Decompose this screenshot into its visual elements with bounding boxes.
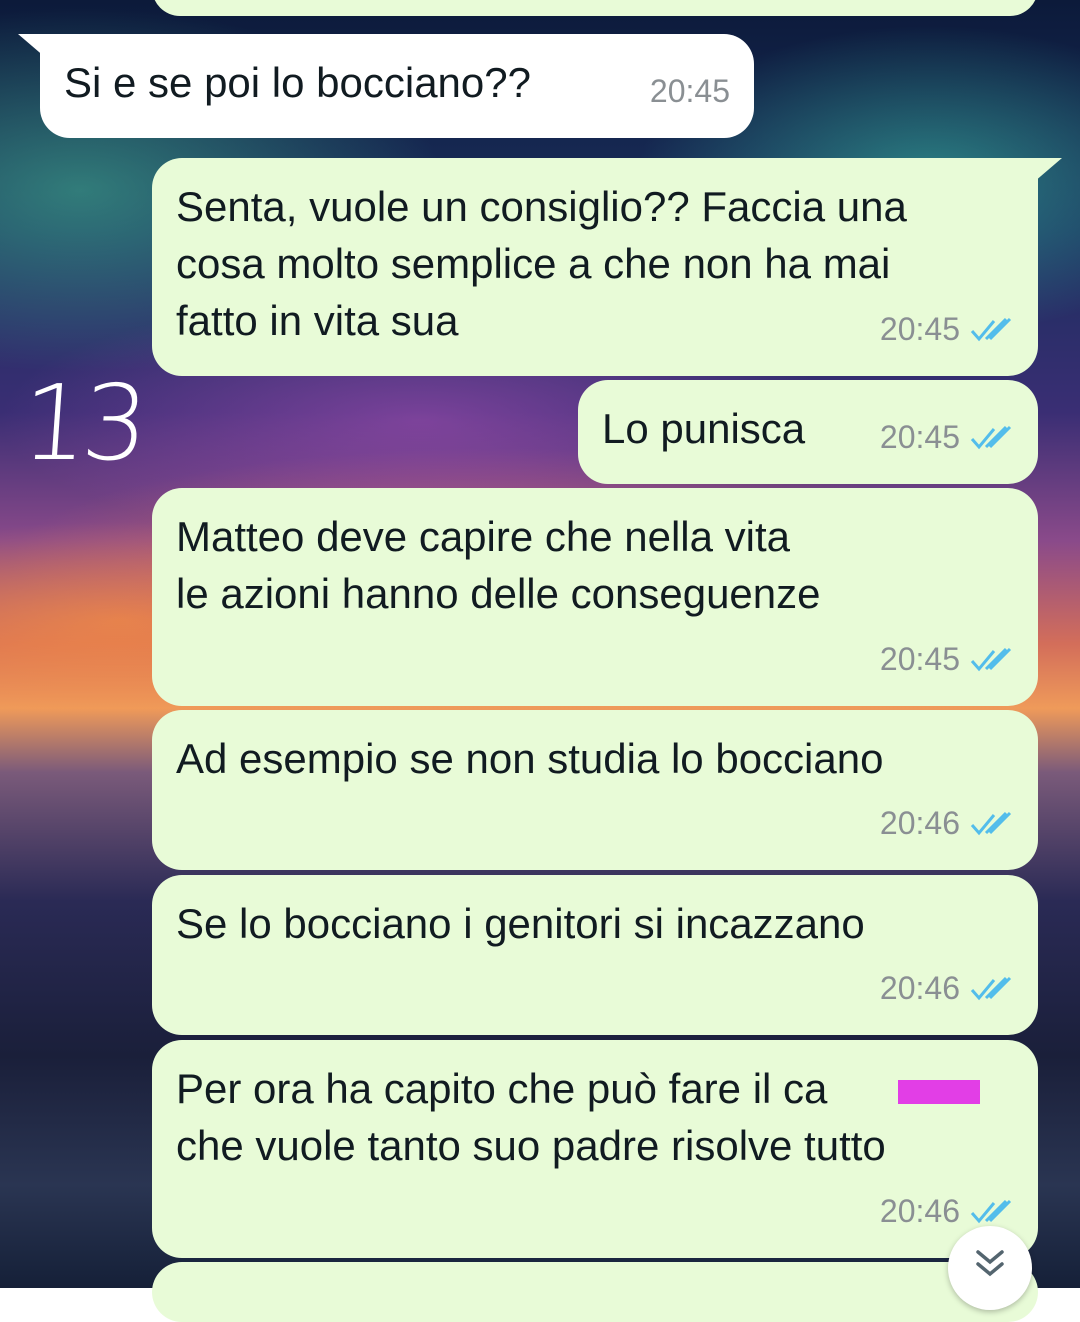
message-time: 20:45 [879,311,960,347]
message-time: 20:45 [879,641,960,677]
message-bubble-outgoing[interactable]: Matteo deve capire che nella vita le azi… [152,488,1038,706]
message-bubble-partial-top[interactable] [152,0,1038,16]
double-check-icon [970,811,1012,835]
bubble-tail [1034,158,1062,182]
message-text: Ad esempio se non studia lo bocciano [176,735,884,782]
chevron-double-down-icon [976,1250,1004,1277]
message-text: Se lo bocciano i genitori si incazzano [176,900,865,947]
message-text: Per ora ha capito che può fare il ca che… [176,1065,886,1169]
message-time: 20:45 [649,73,730,109]
double-check-icon [970,647,1012,671]
handwritten-annotation: 13 [17,362,147,484]
message-bubble-outgoing[interactable]: Senta, vuole un consiglio?? Faccia una c… [152,158,1038,376]
message-time: 20:46 [879,970,960,1006]
message-bubble-outgoing[interactable]: Per ora ha capito che può fare il ca che… [152,1040,1038,1258]
message-time: 20:46 [879,805,960,841]
message-bubble-incoming[interactable]: Si e se poi lo bocciano?? 20:45 [40,34,754,138]
message-bubble-outgoing[interactable]: Lo punisca 20:45 [578,380,1038,484]
scroll-to-bottom-button[interactable] [948,1226,1032,1310]
double-check-icon [970,317,1012,341]
double-check-icon [970,425,1012,449]
message-time: 20:46 [879,1193,960,1229]
message-bubble-outgoing[interactable]: Ad esempio se non studia lo bocciano 20:… [152,710,1038,870]
message-text: Si e se poi lo bocciano?? [64,59,531,106]
redaction-mark [898,1080,980,1104]
double-check-icon [970,1199,1012,1223]
message-text: Matteo deve capire che nella vita le azi… [176,513,821,617]
double-check-icon [970,976,1012,1000]
message-time: 20:45 [879,419,960,455]
message-bubble-outgoing[interactable]: Se lo bocciano i genitori si incazzano 2… [152,875,1038,1035]
message-bubble-partial-bottom[interactable] [152,1262,1038,1322]
